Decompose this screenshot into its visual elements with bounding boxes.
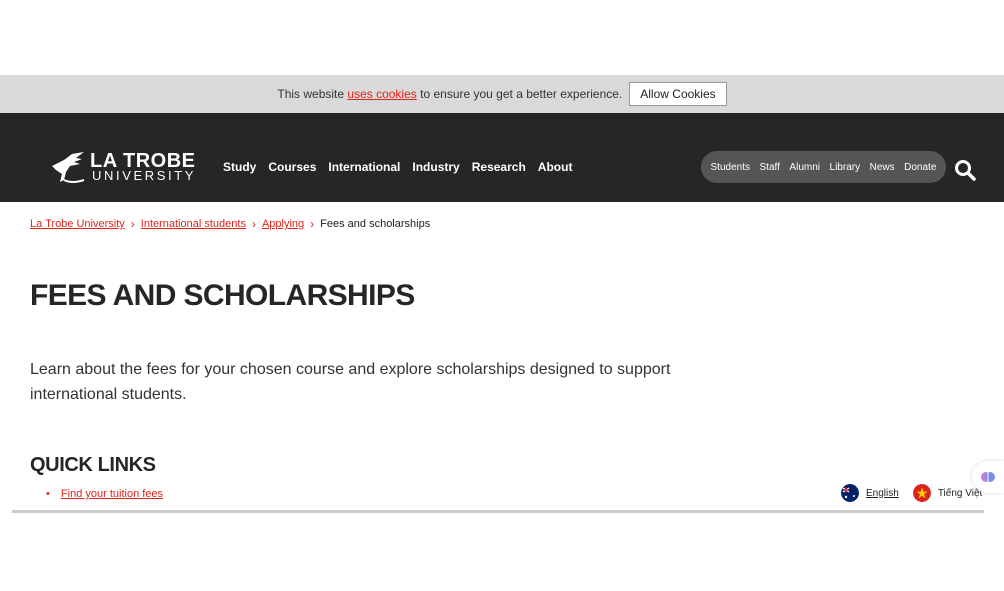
eagle-logo-icon	[52, 152, 85, 183]
utility-donate[interactable]: Donate	[904, 162, 936, 173]
logo-line2: UNIVERSITY	[92, 168, 197, 183]
utility-news[interactable]: News	[870, 162, 895, 173]
breadcrumb-home[interactable]: La Trobe University	[30, 218, 125, 230]
nav-research[interactable]: Research	[472, 160, 526, 174]
list-item: Find your tuition fees	[30, 488, 163, 500]
page-title: FEES AND SCHOLARSHIPS	[30, 279, 415, 312]
australia-flag-icon	[841, 484, 859, 502]
vietnam-flag-icon	[912, 484, 931, 502]
utility-alumni[interactable]: Alumni	[789, 162, 820, 173]
cookie-text-after: to ensure you get a better experience.	[420, 87, 623, 101]
quick-links-list: Find your tuition fees	[30, 488, 163, 500]
cookie-policy-link[interactable]: uses cookies	[347, 87, 416, 101]
main-nav: Study Courses International Industry Res…	[223, 160, 572, 174]
cookie-banner: This website uses cookies to ensure you …	[0, 75, 1004, 113]
nav-courses[interactable]: Courses	[268, 160, 316, 174]
la-trobe-logo[interactable]: LA TROBE UNIVERSITY	[50, 150, 200, 184]
language-switcher: English Tiếng Việt	[841, 484, 982, 502]
nav-about[interactable]: About	[538, 160, 573, 174]
nav-international[interactable]: International	[328, 160, 400, 174]
language-vietnamese[interactable]: Tiếng Việt	[938, 488, 982, 499]
tuition-fees-link[interactable]: Find your tuition fees	[61, 488, 163, 500]
accessibility-widget[interactable]	[972, 461, 1004, 493]
breadcrumb-applying[interactable]: Applying	[262, 218, 304, 230]
nav-industry[interactable]: Industry	[412, 160, 459, 174]
breadcrumb-international[interactable]: International students	[141, 218, 246, 230]
search-icon[interactable]	[954, 159, 976, 181]
chevron-right-icon: ›	[310, 217, 315, 231]
breadcrumb-current: Fees and scholarships	[320, 218, 431, 230]
allow-cookies-button[interactable]: Allow Cookies	[629, 82, 727, 106]
nav-study[interactable]: Study	[223, 160, 256, 174]
site-header: LA TROBE UNIVERSITY Study Courses Intern…	[0, 113, 1004, 202]
divider	[12, 510, 984, 513]
utility-students[interactable]: Students	[711, 162, 750, 173]
utility-staff[interactable]: Staff	[760, 162, 780, 173]
brain-icon	[981, 472, 995, 482]
utility-nav: Students Staff Alumni Library News Donat…	[701, 151, 946, 183]
utility-library[interactable]: Library	[830, 162, 861, 173]
cookie-text-before: This website	[277, 87, 345, 101]
page-viewport: This website uses cookies to ensure you …	[0, 75, 1004, 515]
breadcrumb: La Trobe University › International stud…	[30, 217, 430, 231]
chevron-right-icon: ›	[130, 217, 135, 231]
chevron-right-icon: ›	[251, 217, 256, 231]
language-english[interactable]: English	[866, 488, 899, 499]
intro-text: Learn about the fees for your chosen cou…	[30, 361, 671, 403]
cookie-text: This website uses cookies to ensure you …	[277, 87, 622, 101]
quick-links-heading: QUICK LINKS	[30, 454, 156, 476]
